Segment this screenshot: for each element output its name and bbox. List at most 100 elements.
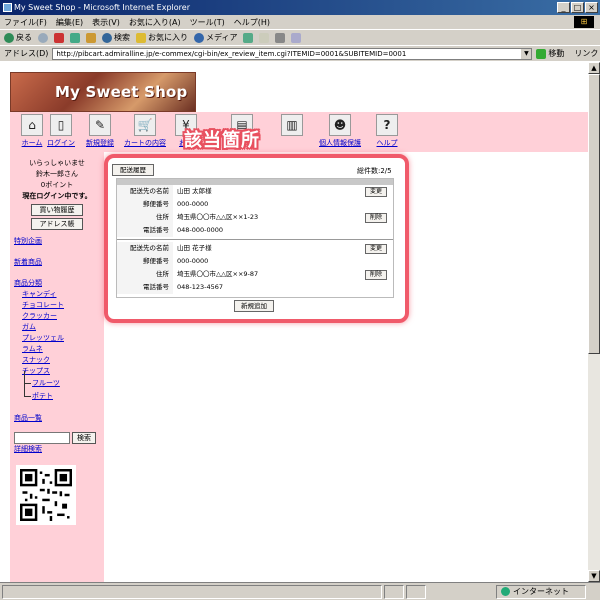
nav-home-label: ホーム — [21, 139, 43, 147]
shop-nav: ⌂ ホーム ▯ ログイン ✎ 新規登録 🛒 カートの内容 ¥ お支 ▤ ▥ ☻ … — [10, 112, 588, 152]
cart-icon: 🛒 — [134, 114, 156, 136]
product-list-link[interactable]: 商品一覧 — [10, 413, 104, 424]
star-icon — [136, 32, 146, 43]
purchase-history-button[interactable]: 買い物履歴 — [31, 204, 83, 216]
vertical-scrollbar[interactable]: ▲ ▼ — [588, 62, 600, 582]
person-icon: ☻ — [329, 114, 351, 136]
dropdown-arrow-icon[interactable]: ▼ — [521, 48, 532, 59]
nav-register-label: 新規登録 — [86, 139, 114, 147]
back-label: 戻る — [16, 33, 32, 42]
category-chocolate[interactable]: チョコレート — [10, 300, 104, 311]
advanced-search-link[interactable]: 詳細検索 — [10, 444, 104, 455]
go-button[interactable]: 移動 — [536, 48, 564, 59]
forward-arrow-icon — [38, 32, 48, 43]
address-bar: アドレス(D) http://pibcart.admiralline.jp/e-… — [0, 45, 600, 61]
callout-label: 該当箇所 — [184, 130, 260, 151]
favorites-button[interactable]: お気に入り — [136, 32, 188, 43]
window-controls: _ □ × — [557, 2, 598, 13]
category-cracker[interactable]: クラッカー — [10, 311, 104, 322]
home-button[interactable] — [86, 32, 96, 43]
security-zone: インターネット — [496, 584, 586, 599]
qr-code — [16, 465, 76, 525]
forward-button[interactable] — [38, 32, 48, 43]
mail-icon — [259, 32, 270, 43]
new-items-link[interactable]: 新着商品 — [10, 257, 104, 268]
sidebar-search-button[interactable]: 検索 — [72, 432, 96, 444]
subcategory-potato[interactable]: ポテト — [10, 384, 104, 403]
status-text — [2, 584, 382, 599]
browser-toolbar: 戻る 検索 お気に入り メディア — [0, 29, 600, 45]
scroll-up-icon[interactable]: ▲ — [588, 62, 600, 74]
sidebar-search-input[interactable] — [14, 432, 70, 444]
home-icon — [86, 32, 96, 43]
minimize-button[interactable]: _ — [557, 2, 570, 13]
ie-icon — [3, 3, 12, 12]
doc-icon: ▥ — [281, 114, 303, 136]
maximize-button[interactable]: □ — [571, 2, 584, 13]
favorites-label: お気に入り — [148, 33, 188, 42]
shop-logo[interactable]: My Sweet Shop — [10, 72, 196, 112]
login-status: 現在ログイン中です。 — [22, 192, 92, 200]
page-viewport: My Sweet Shop ⌂ ホーム ▯ ログイン ✎ 新規登録 🛒 カートの… — [0, 62, 588, 582]
globe-icon — [501, 587, 510, 596]
nav-privacy-label: 個人情報保護 — [319, 139, 361, 147]
close-button[interactable]: × — [585, 2, 598, 13]
print-icon — [275, 32, 286, 43]
address-book-button[interactable]: アドレス帳 — [31, 218, 83, 230]
back-button[interactable]: 戻る — [4, 32, 32, 43]
media-button[interactable]: メディア — [194, 32, 237, 43]
stop-icon — [54, 32, 64, 43]
menu-tools[interactable]: ツール(T) — [190, 17, 225, 28]
menu-favorites[interactable]: お気に入り(A) — [129, 17, 181, 28]
search-icon — [102, 32, 112, 43]
menu-help[interactable]: ヘルプ(H) — [234, 17, 270, 28]
category-ramune[interactable]: ラムネ — [10, 344, 104, 355]
user-name: 鈴木一郎さん — [36, 170, 78, 178]
url-text: http://pibcart.admiralline.jp/e-commex/c… — [56, 49, 407, 58]
category-pretzel[interactable]: プレッツェル — [10, 333, 104, 344]
nav-doc[interactable]: ▥ — [272, 114, 312, 136]
menu-file[interactable]: ファイル(F) — [4, 17, 47, 28]
media-label: メディア — [206, 33, 238, 42]
nav-privacy[interactable]: ☻ 個人情報保護 — [319, 114, 361, 148]
history-button[interactable] — [243, 32, 254, 43]
go-arrow-icon — [536, 48, 547, 59]
nav-login-label: ログイン — [47, 139, 75, 147]
scroll-down-icon[interactable]: ▼ — [588, 570, 600, 582]
scroll-thumb[interactable] — [588, 74, 600, 354]
sidebar: いらっしゃいませ 鈴木一郎さん 0ポイント 現在ログイン中です。 買い物履歴 ア… — [10, 152, 104, 582]
nav-cart-label: カートの内容 — [124, 139, 166, 147]
search-button[interactable]: 検索 — [102, 32, 130, 43]
help-icon: ? — [376, 114, 398, 136]
print-button[interactable] — [275, 32, 286, 43]
status-seg — [406, 584, 426, 599]
sidebar-search: 検索 — [10, 432, 104, 444]
categories-link[interactable]: 商品分類 — [10, 278, 104, 289]
menu-edit[interactable]: 編集(E) — [56, 17, 83, 28]
nav-cart[interactable]: 🛒 カートの内容 — [124, 114, 166, 148]
search-label: 検索 — [114, 33, 130, 42]
nav-help[interactable]: ? ヘルプ — [367, 114, 407, 148]
title-bar: My Sweet Shop - Microsoft Internet Explo… — [0, 0, 600, 15]
url-input[interactable]: http://pibcart.admiralline.jp/e-commex/c… — [52, 47, 533, 60]
nav-login[interactable]: ▯ ログイン — [41, 114, 81, 148]
category-candy[interactable]: キャンディ — [10, 289, 104, 300]
refresh-button[interactable] — [70, 32, 80, 43]
nav-register[interactable]: ✎ 新規登録 — [80, 114, 120, 148]
window-title: My Sweet Shop - Microsoft Internet Explo… — [14, 3, 190, 12]
mail-button[interactable] — [259, 32, 270, 43]
menu-bar: ファイル(F) 編集(E) 表示(V) お気に入り(A) ツール(T) ヘルプ(… — [0, 15, 600, 29]
greeting: いらっしゃいませ — [29, 159, 85, 167]
menu-view[interactable]: 表示(V) — [92, 17, 120, 28]
links-button[interactable]: リンク — [574, 48, 598, 59]
category-snack[interactable]: スナック — [10, 355, 104, 366]
stop-button[interactable] — [54, 32, 64, 43]
nav-help-label: ヘルプ — [376, 139, 398, 147]
edit-icon — [291, 32, 302, 43]
category-gum[interactable]: ガム — [10, 322, 104, 333]
media-icon — [194, 32, 204, 43]
edit-button[interactable] — [291, 32, 302, 43]
qr-code-image — [20, 469, 72, 521]
special-link[interactable]: 特別企画 — [10, 236, 104, 247]
zone-label: インターネット — [513, 587, 569, 596]
